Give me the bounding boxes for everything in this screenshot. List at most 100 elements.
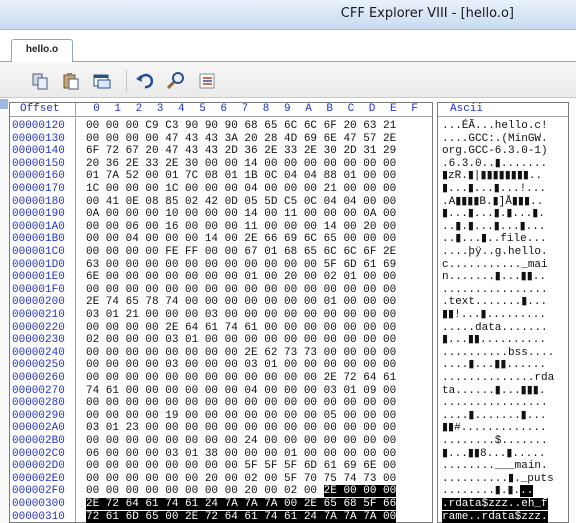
row-ascii[interactable]: .rdata$zzz..eh_f [442, 498, 548, 510]
selected-ascii[interactable]: .rdata$zzz..eh_f [442, 498, 548, 510]
row-offset: 00000180 [12, 195, 65, 208]
offset-header: Offset [10, 103, 76, 117]
row-ascii[interactable]: n.......▮...▮▮.. [442, 271, 546, 283]
row-bytes[interactable]: 2E 72 64 61 74 61 24 7A 7A 7A 00 2E 65 6… [86, 498, 397, 510]
row-bytes[interactable]: 00 00 00 00 00 00 00 00 5F 5F 5F 6D 61 6… [86, 460, 396, 472]
row-ascii[interactable]: ▮...▮...▮...!... [442, 183, 546, 195]
row-ascii[interactable]: ..........▮._puts [442, 473, 554, 485]
row-offset: 00000310 [12, 510, 65, 523]
row-ascii[interactable]: ▮...▮▮8...▮..... [442, 448, 545, 460]
row-ascii[interactable]: ....GCC:.(MinGW. [442, 133, 548, 145]
row-ascii[interactable]: ▮zR.▮|▮▮▮▮▮▮▮▮.. [442, 170, 542, 182]
selected-bytes[interactable]: 2E 00 00 00 [323, 485, 397, 498]
selected-bytes[interactable]: 72 61 6D 65 00 2E 72 64 61 74 61 24 7A 7… [86, 510, 397, 523]
row-offset: 00000120 [12, 120, 65, 132]
row-bytes[interactable]: 72 61 6D 65 00 2E 72 64 61 74 61 24 7A 7… [86, 510, 397, 523]
search-icon[interactable] [166, 71, 186, 91]
row-ascii[interactable]: ▮...▮...▮.▮...▮. [442, 208, 545, 220]
row-bytes[interactable]: 02 00 00 00 03 01 00 00 00 00 00 00 00 0… [86, 334, 396, 346]
row-ascii[interactable]: ....▮...▮▮...... [442, 359, 546, 371]
row-ascii[interactable]: ..▮...▮..file... [442, 233, 547, 245]
row-ascii[interactable]: ....þÿ..g.hello. [442, 246, 548, 258]
ascii-view[interactable]: Ascii ...ÉÃ...hello.c! ....GCC:.(MinGW. or… [437, 102, 569, 523]
row-ascii[interactable]: ........___main. [442, 460, 548, 472]
row-bytes[interactable]: 00 00 00 00 03 00 00 00 03 01 00 00 00 0… [86, 359, 396, 371]
copy-icon[interactable] [30, 71, 50, 91]
selected-ascii[interactable]: .. [520, 485, 534, 498]
row-bytes[interactable]: 00 00 00 00 00 00 00 00 00 00 00 00 00 0… [86, 397, 396, 409]
row-bytes[interactable]: 6F 72 67 20 47 43 43 2D 36 2E 33 2E 30 2… [86, 145, 396, 157]
row-ascii[interactable]: ta......▮...▮▮▮. [442, 385, 545, 397]
row-bytes[interactable]: 1C 00 00 00 1C 00 00 00 04 00 00 00 21 0… [86, 183, 396, 195]
tab-bar: hello.o [0, 30, 576, 63]
row-bytes[interactable]: 06 00 00 00 03 01 38 00 00 00 01 00 00 0… [86, 448, 396, 460]
byte-header-5: 5 [199, 103, 206, 115]
tab-hello-o[interactable]: hello.o [11, 39, 73, 63]
row-bytes[interactable]: 00 00 00 C9 C3 90 90 90 68 65 6C 6C 6F 2… [86, 120, 396, 132]
window-icon[interactable] [92, 71, 112, 91]
row-offset: 00000210 [12, 309, 65, 321]
byte-header-A: A [305, 103, 312, 115]
row-offset: 000001A0 [12, 220, 65, 233]
row-bytes[interactable]: 00 00 00 00 00 00 00 00 00 00 00 00 2E 7… [86, 372, 396, 384]
selected-bytes[interactable]: 2E 72 64 61 74 61 24 7A 7A 7A 00 2E 65 6… [86, 498, 397, 510]
left-strip [0, 98, 9, 523]
row-bytes[interactable]: 00 00 00 00 00 00 20 00 02 00 5F 70 75 7… [86, 473, 396, 485]
row-bytes[interactable]: 74 61 00 00 00 00 00 00 04 00 00 00 03 0… [86, 385, 396, 397]
selected-ascii[interactable]: rame..rdata$zzz. [442, 510, 548, 523]
row-bytes[interactable]: 00 41 0E 08 85 02 42 0D 05 5D C5 0C 04 0… [86, 196, 396, 208]
row-ascii[interactable]: org.GCC-6.3.0-1) [442, 145, 548, 157]
row-ascii[interactable]: ........$....... [442, 435, 548, 447]
row-bytes[interactable]: 00 00 06 00 16 00 00 00 11 00 00 00 14 0… [86, 221, 396, 233]
row-ascii[interactable]: ▮▮#............. [442, 422, 547, 434]
row-offset: 000002E0 [12, 472, 65, 485]
row-bytes[interactable]: 00 00 00 00 00 00 00 00 24 00 00 00 00 0… [86, 435, 396, 447]
row-bytes[interactable]: 2E 74 65 78 74 00 00 00 00 00 00 00 01 0… [86, 296, 396, 308]
row-ascii[interactable]: ................ [442, 284, 548, 296]
row-offset: 000002C0 [12, 447, 65, 460]
row-bytes[interactable]: 20 36 2E 33 2E 30 00 00 14 00 00 00 00 0… [86, 158, 396, 170]
row-bytes[interactable]: 0A 00 00 00 10 00 00 00 14 00 11 00 00 0… [86, 208, 396, 220]
undo-icon[interactable] [135, 71, 155, 91]
row-bytes[interactable]: 00 00 00 00 00 00 00 00 20 00 02 00 2E 0… [86, 485, 397, 498]
row-offset: 00000280 [12, 397, 65, 410]
hex-view[interactable]: Offset 0 1 2 3 4 5 6 7 8 9 A B C D E F 00000120 00 00 00… [9, 102, 433, 523]
row-offset: 00000230 [12, 334, 65, 347]
row-ascii[interactable]: ................ [442, 397, 548, 409]
row-ascii[interactable]: ........▮.▮... [442, 485, 534, 498]
row-ascii[interactable]: ..▮.▮...▮...▮... [442, 221, 545, 233]
list-icon[interactable] [197, 71, 217, 91]
paste-icon[interactable] [61, 71, 81, 91]
row-ascii[interactable]: ▮▮!...▮......... [442, 309, 546, 321]
row-bytes[interactable]: 00 00 00 00 FE FF 00 00 67 01 68 65 6C 6… [86, 246, 396, 258]
row-offset: 00000160 [12, 170, 65, 183]
row-bytes[interactable]: 63 00 00 00 00 00 00 00 00 00 00 00 5F 6… [86, 259, 396, 271]
row-offset: 000002D0 [12, 460, 65, 473]
row-bytes[interactable]: 00 00 00 00 00 00 00 00 2E 62 73 73 00 0… [86, 347, 396, 359]
row-offset: 00000200 [12, 296, 65, 309]
row-bytes[interactable]: 00 00 00 00 2E 64 61 74 61 00 00 00 00 0… [86, 322, 396, 334]
byte-header-0: 0 [93, 103, 100, 115]
row-ascii[interactable]: ..............rda [442, 372, 554, 384]
row-ascii[interactable]: .text.......▮... [442, 296, 547, 308]
row-ascii[interactable]: rame..rdata$zzz. [442, 510, 548, 523]
row-ascii[interactable]: .....data....... [442, 322, 548, 334]
byte-header-4: 4 [177, 103, 185, 115]
row-ascii[interactable]: ..........bss.... [442, 347, 554, 359]
row-ascii[interactable]: ....▮.......▮... [442, 410, 547, 422]
row-bytes[interactable]: 00 00 00 00 47 43 43 3A 20 28 4D 69 6E 4… [86, 133, 396, 145]
byte-header-F: F [411, 103, 418, 115]
row-bytes[interactable]: 03 01 21 00 00 00 03 00 00 00 00 00 00 0… [86, 309, 396, 321]
row-ascii[interactable]: ▮...▮▮.......... [442, 334, 546, 346]
row-offset: 000001C0 [12, 246, 65, 258]
row-bytes[interactable]: 6E 00 00 00 00 00 00 00 01 00 20 00 02 0… [86, 271, 396, 283]
row-bytes[interactable]: 00 00 00 00 19 00 00 00 00 00 00 00 05 0… [86, 410, 396, 422]
row-bytes[interactable]: 03 01 23 00 00 00 00 00 00 00 00 00 00 0… [86, 422, 396, 434]
row-ascii[interactable]: .6.3.0..▮....... [442, 158, 547, 170]
row-ascii[interactable]: ...ÉÃ...hello.c! [442, 120, 548, 132]
row-bytes[interactable]: 01 7A 52 00 01 7C 08 01 1B 0C 04 04 88 0… [86, 170, 396, 182]
row-ascii[interactable]: .A▮▮▮▮B.▮]Å▮▮▮.. [442, 196, 543, 208]
row-ascii[interactable]: c..........._mai [442, 259, 548, 271]
row-bytes[interactable]: 00 00 00 00 00 00 00 00 00 00 00 00 00 0… [86, 284, 396, 296]
row-bytes[interactable]: 00 00 04 00 00 00 14 00 2E 66 69 6C 65 0… [86, 233, 396, 245]
